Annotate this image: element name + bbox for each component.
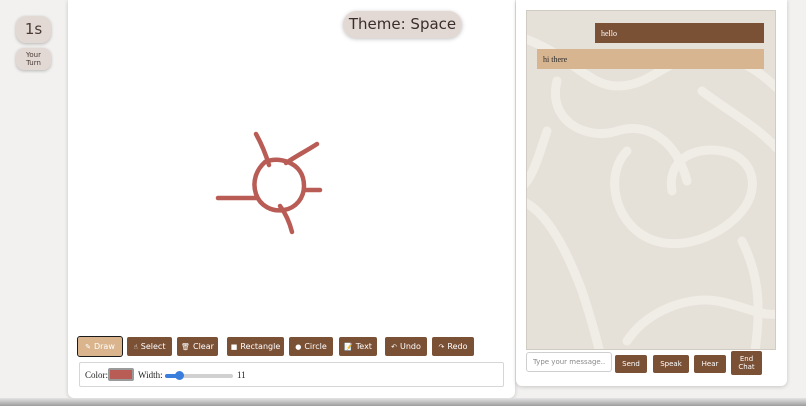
text-tool-label: Text bbox=[355, 342, 372, 351]
timer-display: 1s bbox=[16, 16, 51, 43]
width-slider-thumb[interactable] bbox=[174, 371, 184, 380]
drawing-canvas[interactable] bbox=[68, 0, 515, 330]
color-picker[interactable] bbox=[108, 368, 134, 381]
clear-tool-label: Clear bbox=[192, 342, 214, 351]
redo-icon: ↷ bbox=[438, 342, 445, 351]
send-button[interactable]: Send bbox=[615, 355, 647, 373]
circle-tool-label: Circle bbox=[304, 342, 327, 351]
select-tool-button[interactable]: ☝ Select bbox=[127, 337, 172, 356]
undo-tool-label: Undo bbox=[399, 342, 421, 351]
speak-button[interactable]: Speak bbox=[653, 355, 689, 373]
square-icon: ■ bbox=[230, 342, 238, 351]
hear-button[interactable]: Hear bbox=[694, 355, 726, 373]
undo-icon: ↶ bbox=[391, 342, 397, 351]
circle-icon: ● bbox=[295, 342, 302, 351]
drawn-stroke-top-left bbox=[253, 131, 272, 168]
end-chat-label-line1: End bbox=[739, 355, 754, 363]
turn-label-line1: Your bbox=[26, 51, 41, 59]
redo-tool-label: Redo bbox=[447, 342, 468, 351]
circle-tool-button[interactable]: ● Circle bbox=[289, 337, 333, 356]
text-tool-button[interactable]: 📝 Text bbox=[339, 337, 377, 356]
trash-icon: 🗑 bbox=[181, 342, 190, 351]
color-label: Color: bbox=[85, 370, 109, 380]
pencil-icon: ✎ bbox=[85, 342, 91, 351]
select-tool-label: Select bbox=[140, 342, 166, 351]
turn-indicator: Your Turn bbox=[16, 48, 51, 70]
turn-label-line2: Turn bbox=[26, 59, 41, 67]
drawn-stroke-loop bbox=[252, 157, 307, 213]
rectangle-tool-label: Rectangle bbox=[240, 342, 281, 351]
draw-tool-button[interactable]: ✎ Draw bbox=[77, 336, 123, 357]
undo-tool-button[interactable]: ↶ Undo bbox=[385, 337, 427, 356]
pointer-icon: ☝ bbox=[133, 342, 138, 351]
rectangle-tool-button[interactable]: ■ Rectangle bbox=[227, 337, 284, 356]
chat-message-sent: hello bbox=[595, 23, 764, 43]
width-label: Width: bbox=[138, 370, 163, 380]
brush-options: Color: Width: 11 bbox=[79, 362, 504, 387]
redo-tool-button[interactable]: ↷ Redo bbox=[432, 337, 474, 356]
drawn-stroke-top-right bbox=[283, 141, 320, 166]
canvas-panel: Theme: Space ✎ Draw ☝ Select 🗑 Clear ■ Rectangl… bbox=[68, 0, 515, 398]
end-chat-button[interactable]: End Chat bbox=[731, 351, 762, 375]
chat-panel: hello hi there Send Speak Hear End Chat bbox=[516, 0, 787, 386]
chat-message-input[interactable] bbox=[526, 352, 612, 372]
width-value: 11 bbox=[237, 370, 246, 380]
width-slider[interactable] bbox=[165, 371, 233, 380]
chat-messages-area[interactable]: hello hi there bbox=[526, 10, 776, 350]
window-bottom-edge bbox=[0, 398, 806, 406]
draw-tool-label: Draw bbox=[93, 342, 115, 351]
chat-message-received: hi there bbox=[537, 49, 764, 69]
end-chat-label-line2: Chat bbox=[738, 363, 755, 371]
clear-tool-button[interactable]: 🗑 Clear bbox=[177, 337, 218, 356]
memo-icon: 📝 bbox=[344, 342, 353, 351]
